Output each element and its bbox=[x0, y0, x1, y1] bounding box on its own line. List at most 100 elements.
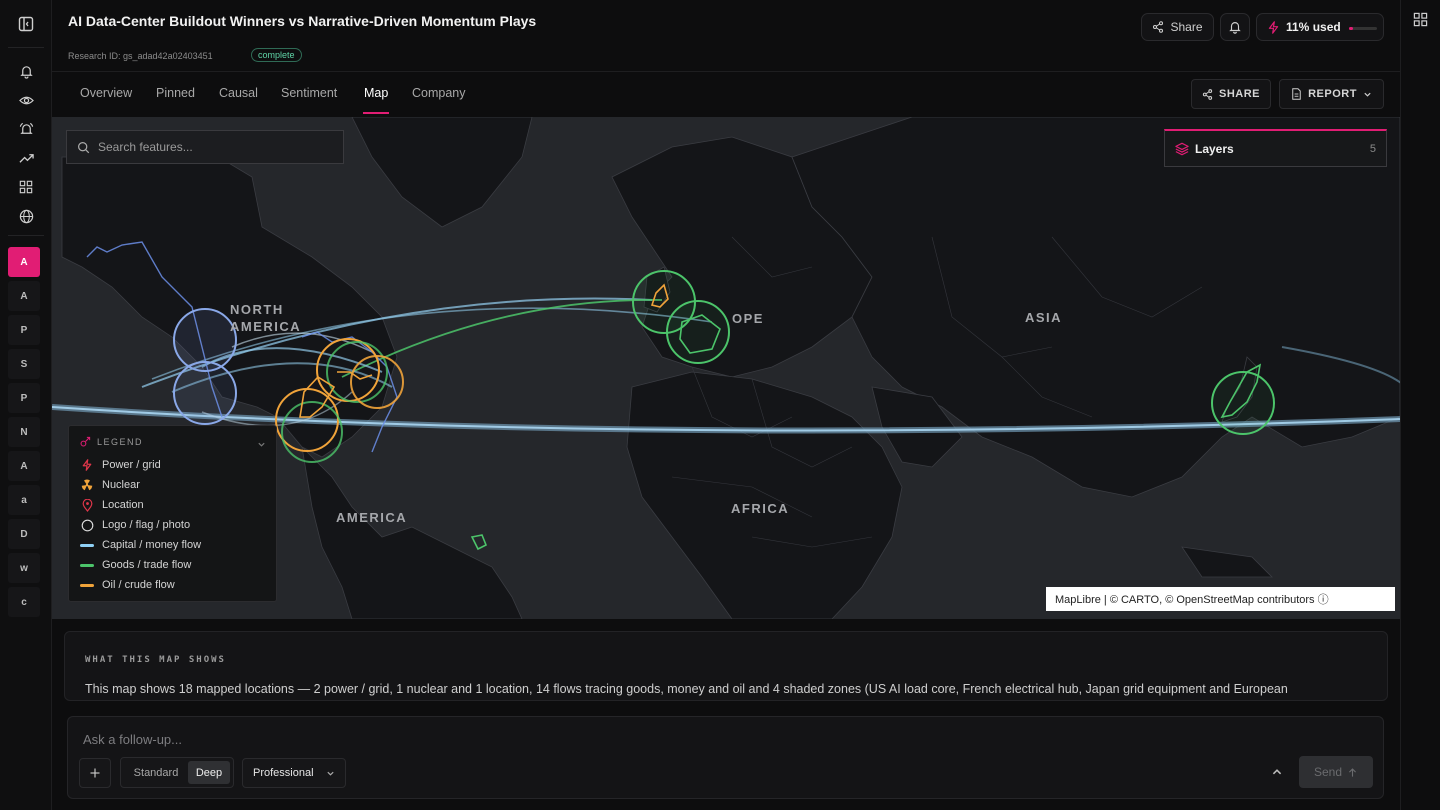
chevron-up-icon[interactable] bbox=[1271, 765, 1283, 783]
notifications-button[interactable] bbox=[1220, 13, 1250, 41]
thread-chip[interactable]: a bbox=[8, 485, 40, 515]
layers-panel-toggle[interactable]: Layers 5 bbox=[1164, 129, 1387, 167]
map-label-south-america: AMERICA bbox=[336, 510, 408, 525]
plus-icon bbox=[90, 768, 100, 778]
explanation-heading: WHAT THIS MAP SHOWS bbox=[85, 655, 226, 665]
attach-button[interactable] bbox=[79, 758, 111, 788]
page-title: AI Data-Center Buildout Winners vs Narra… bbox=[68, 13, 537, 29]
thread-chip[interactable]: N bbox=[8, 417, 40, 447]
report-label: REPORT bbox=[1308, 88, 1357, 100]
tab-bar: Overview Pinned Causal Sentiment Map Com… bbox=[52, 73, 1400, 117]
legend-header[interactable]: LEGEND bbox=[80, 436, 143, 447]
legend-item: Oil / crude flow bbox=[80, 578, 175, 592]
layers-label: Layers bbox=[1195, 141, 1234, 156]
tab-pinned[interactable]: Pinned bbox=[156, 86, 195, 100]
pin-icon bbox=[80, 498, 94, 512]
explanation-body: This map shows 18 mapped locations — 2 p… bbox=[85, 682, 1288, 696]
thread-chip[interactable]: c bbox=[8, 587, 40, 617]
apps-grid-icon[interactable] bbox=[1413, 12, 1428, 32]
thread-chip[interactable]: A bbox=[8, 247, 40, 277]
depth-toggle: Standard Deep bbox=[120, 757, 234, 788]
map-explanation-card: WHAT THIS MAP SHOWS This map shows 18 ma… bbox=[64, 631, 1388, 701]
legend-label: Nuclear bbox=[102, 479, 140, 491]
search-input[interactable] bbox=[98, 140, 338, 154]
follow-up-composer: Ask a follow-up... Standard Deep Profess… bbox=[67, 716, 1384, 799]
eye-icon[interactable] bbox=[14, 88, 38, 112]
mode-standard[interactable]: Standard bbox=[124, 761, 188, 784]
map-label-africa: AFRICA bbox=[731, 501, 790, 516]
circle-icon bbox=[80, 519, 94, 532]
status-badge: complete bbox=[251, 48, 302, 62]
legend-label: Power / grid bbox=[102, 459, 161, 471]
thread-chip[interactable]: D bbox=[8, 519, 40, 549]
legend-item: Logo / flag / photo bbox=[80, 518, 190, 532]
thread-chip[interactable]: A bbox=[8, 281, 40, 311]
trend-icon[interactable] bbox=[14, 146, 38, 170]
usage-label: 11% used bbox=[1286, 20, 1341, 34]
share-icon bbox=[1153, 21, 1164, 33]
goods-flow-swatch bbox=[80, 563, 94, 567]
chevron-down-icon bbox=[327, 771, 334, 776]
send-label: Send bbox=[1313, 765, 1343, 779]
lightning-icon bbox=[1268, 20, 1279, 34]
tone-select[interactable]: Professional bbox=[242, 758, 346, 788]
search-icon bbox=[78, 141, 90, 153]
lightning-icon bbox=[80, 459, 94, 471]
legend-icon bbox=[80, 436, 91, 447]
map-label-asia: ASIA bbox=[1025, 310, 1063, 325]
usage-bar-fill bbox=[1349, 27, 1353, 30]
sidebar-toggle-icon[interactable] bbox=[14, 12, 38, 36]
send-button[interactable]: Send bbox=[1299, 756, 1373, 788]
left-rail: A A P S P N A a D w c bbox=[0, 0, 52, 810]
share-map-label: SHARE bbox=[1218, 88, 1260, 100]
legend-item: Location bbox=[80, 498, 144, 512]
map-legend: LEGEND Power / grid Nuclear Location Log… bbox=[68, 425, 277, 602]
radiation-icon bbox=[80, 479, 94, 491]
capital-flow-swatch bbox=[80, 543, 94, 547]
share-icon bbox=[1202, 88, 1213, 100]
map-label-north-america: NORTH bbox=[230, 302, 284, 317]
legend-item: Nuclear bbox=[80, 478, 140, 492]
thread-chip[interactable]: P bbox=[8, 383, 40, 413]
bell-icon bbox=[1229, 22, 1241, 34]
map-canvas[interactable]: NORTH AMERICA OPE ASIA AFRICA AMERICA La… bbox=[52, 117, 1400, 619]
tone-value: Professional bbox=[253, 767, 314, 779]
legend-label: Logo / flag / photo bbox=[102, 519, 191, 531]
usage-meter[interactable]: 11% used bbox=[1256, 13, 1384, 41]
map-label-europe: OPE bbox=[732, 311, 764, 326]
legend-label: Location bbox=[102, 499, 144, 511]
map-attribution[interactable]: MapLibre | © CARTO, © OpenStreetMap cont… bbox=[1046, 587, 1395, 611]
alert-bell-icon[interactable] bbox=[14, 117, 38, 141]
legend-label: Goods / trade flow bbox=[102, 559, 192, 571]
chevron-down-icon[interactable] bbox=[257, 436, 266, 454]
tab-company[interactable]: Company bbox=[412, 86, 466, 100]
arrow-up-icon bbox=[1349, 767, 1356, 777]
tab-map[interactable]: Map bbox=[364, 86, 388, 100]
globe-icon[interactable] bbox=[14, 204, 38, 228]
tab-causal[interactable]: Causal bbox=[219, 86, 258, 100]
mode-deep[interactable]: Deep bbox=[188, 761, 230, 784]
tab-sentiment[interactable]: Sentiment bbox=[281, 86, 337, 100]
document-icon bbox=[1292, 88, 1301, 100]
usage-bar bbox=[1349, 27, 1377, 30]
right-panel-strip bbox=[1400, 0, 1440, 810]
thread-chip[interactable]: w bbox=[8, 553, 40, 583]
map-label-north-america: AMERICA bbox=[230, 319, 302, 334]
thread-chip[interactable]: A bbox=[8, 451, 40, 481]
map-search[interactable] bbox=[66, 130, 344, 164]
report-button[interactable]: REPORT bbox=[1279, 79, 1384, 109]
thread-chip[interactable]: S bbox=[8, 349, 40, 379]
share-button[interactable]: Share bbox=[1141, 13, 1214, 41]
layers-icon bbox=[1175, 142, 1189, 155]
tab-overview[interactable]: Overview bbox=[80, 86, 132, 100]
legend-label: Capital / money flow bbox=[102, 539, 202, 551]
follow-up-input[interactable]: Ask a follow-up... bbox=[83, 732, 182, 747]
layers-count: 5 bbox=[1369, 142, 1376, 155]
grid-icon[interactable] bbox=[14, 175, 38, 199]
share-map-button[interactable]: SHARE bbox=[1191, 79, 1271, 109]
bell-icon[interactable] bbox=[14, 59, 38, 83]
thread-chip[interactable]: P bbox=[8, 315, 40, 345]
oil-flow-swatch bbox=[80, 583, 94, 587]
legend-item: Goods / trade flow bbox=[80, 558, 191, 572]
legend-label: Oil / crude flow bbox=[102, 579, 175, 591]
